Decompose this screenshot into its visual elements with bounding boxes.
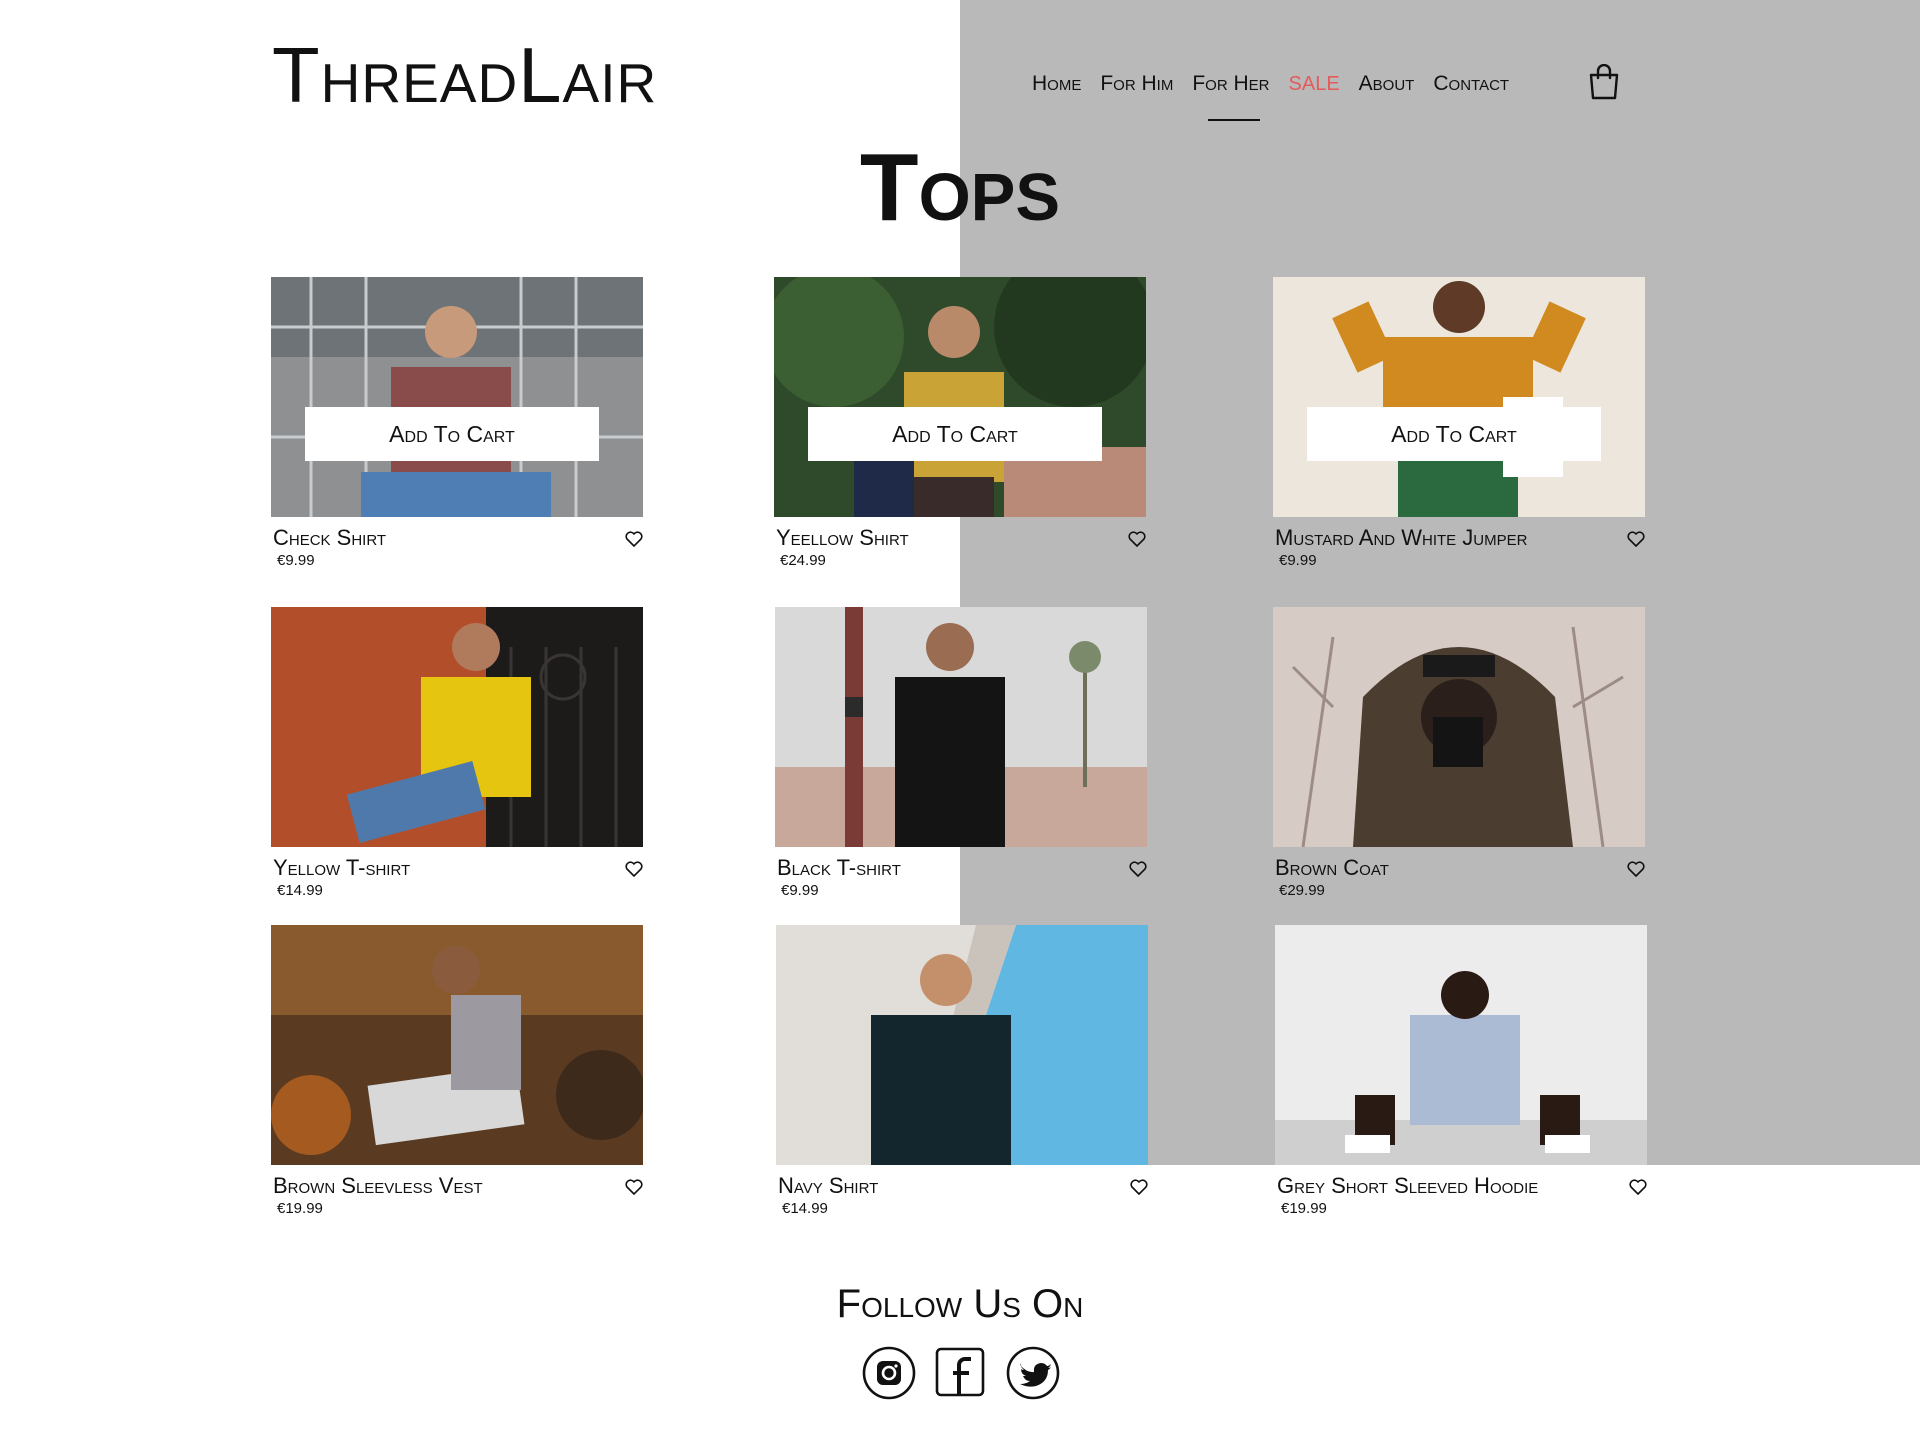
product-price: €19.99 (277, 1200, 323, 1217)
heart-icon[interactable] (1629, 1179, 1647, 1195)
product-name[interactable]: Yeellow Shirt (776, 525, 909, 551)
product-card[interactable]: Add To Cart Check Shirt €9.99 (271, 277, 643, 569)
instagram-icon[interactable] (861, 1345, 917, 1401)
add-to-cart-button[interactable]: Add To Cart (808, 407, 1102, 461)
heart-icon[interactable] (1627, 861, 1645, 877)
product-image[interactable] (1275, 925, 1647, 1165)
product-price: €24.99 (780, 552, 826, 569)
product-image[interactable] (775, 607, 1147, 847)
heart-icon[interactable] (625, 531, 643, 547)
product-image[interactable] (1273, 607, 1645, 847)
product-name[interactable]: Yellow T-shirt (273, 855, 410, 881)
product-name[interactable]: Brown Coat (1275, 855, 1389, 881)
twitter-icon[interactable] (1005, 1345, 1061, 1401)
product-price: €14.99 (782, 1200, 828, 1217)
product-image[interactable]: Add To Cart (1273, 277, 1645, 517)
product-card[interactable]: Brown Coat €29.99 (1273, 607, 1645, 899)
heart-icon[interactable] (1130, 1179, 1148, 1195)
product-card[interactable]: Yellow T-shirt €14.99 (271, 607, 643, 899)
product-image[interactable]: Add To Cart (271, 277, 643, 517)
product-price: €14.99 (277, 882, 323, 899)
product-card[interactable]: Add To Cart Yeellow Shirt €24.99 (774, 277, 1146, 569)
product-grid: Add To Cart Check Shirt €9.99 Add To Car… (0, 0, 1920, 1430)
product-price: €19.99 (1281, 1200, 1327, 1217)
heart-icon[interactable] (1129, 861, 1147, 877)
facebook-icon[interactable] (933, 1345, 989, 1401)
product-name[interactable]: Navy Shirt (778, 1173, 878, 1199)
follow-us-heading: Follow Us On (836, 1282, 1084, 1326)
product-name[interactable]: Black T-shirt (777, 855, 901, 881)
product-name[interactable]: Mustard And White Jumper (1275, 525, 1527, 551)
heart-icon[interactable] (625, 1179, 643, 1195)
product-name[interactable]: Grey Short Sleeved Hoodie (1277, 1173, 1538, 1199)
product-image[interactable] (271, 607, 643, 847)
add-to-cart-button[interactable]: Add To Cart (305, 407, 599, 461)
product-image[interactable] (776, 925, 1148, 1165)
product-price: €9.99 (1279, 552, 1317, 569)
product-card[interactable]: Add To Cart Mustard And White Jumper €9.… (1273, 277, 1645, 569)
product-name[interactable]: Brown Sleevless Vest (273, 1173, 483, 1199)
heart-icon[interactable] (1627, 531, 1645, 547)
product-card[interactable]: Grey Short Sleeved Hoodie €19.99 (1275, 925, 1647, 1217)
product-price: €29.99 (1279, 882, 1325, 899)
add-to-cart-button[interactable]: Add To Cart (1307, 407, 1601, 461)
product-name[interactable]: Check Shirt (273, 525, 386, 551)
product-card[interactable]: Brown Sleevless Vest €19.99 (271, 925, 643, 1217)
heart-icon[interactable] (625, 861, 643, 877)
product-image[interactable] (271, 925, 643, 1165)
product-price: €9.99 (277, 552, 315, 569)
product-card[interactable]: Navy Shirt €14.99 (776, 925, 1148, 1217)
product-image[interactable]: Add To Cart (774, 277, 1146, 517)
heart-icon[interactable] (1128, 531, 1146, 547)
product-card[interactable]: Black T-shirt €9.99 (775, 607, 1147, 899)
product-price: €9.99 (781, 882, 819, 899)
